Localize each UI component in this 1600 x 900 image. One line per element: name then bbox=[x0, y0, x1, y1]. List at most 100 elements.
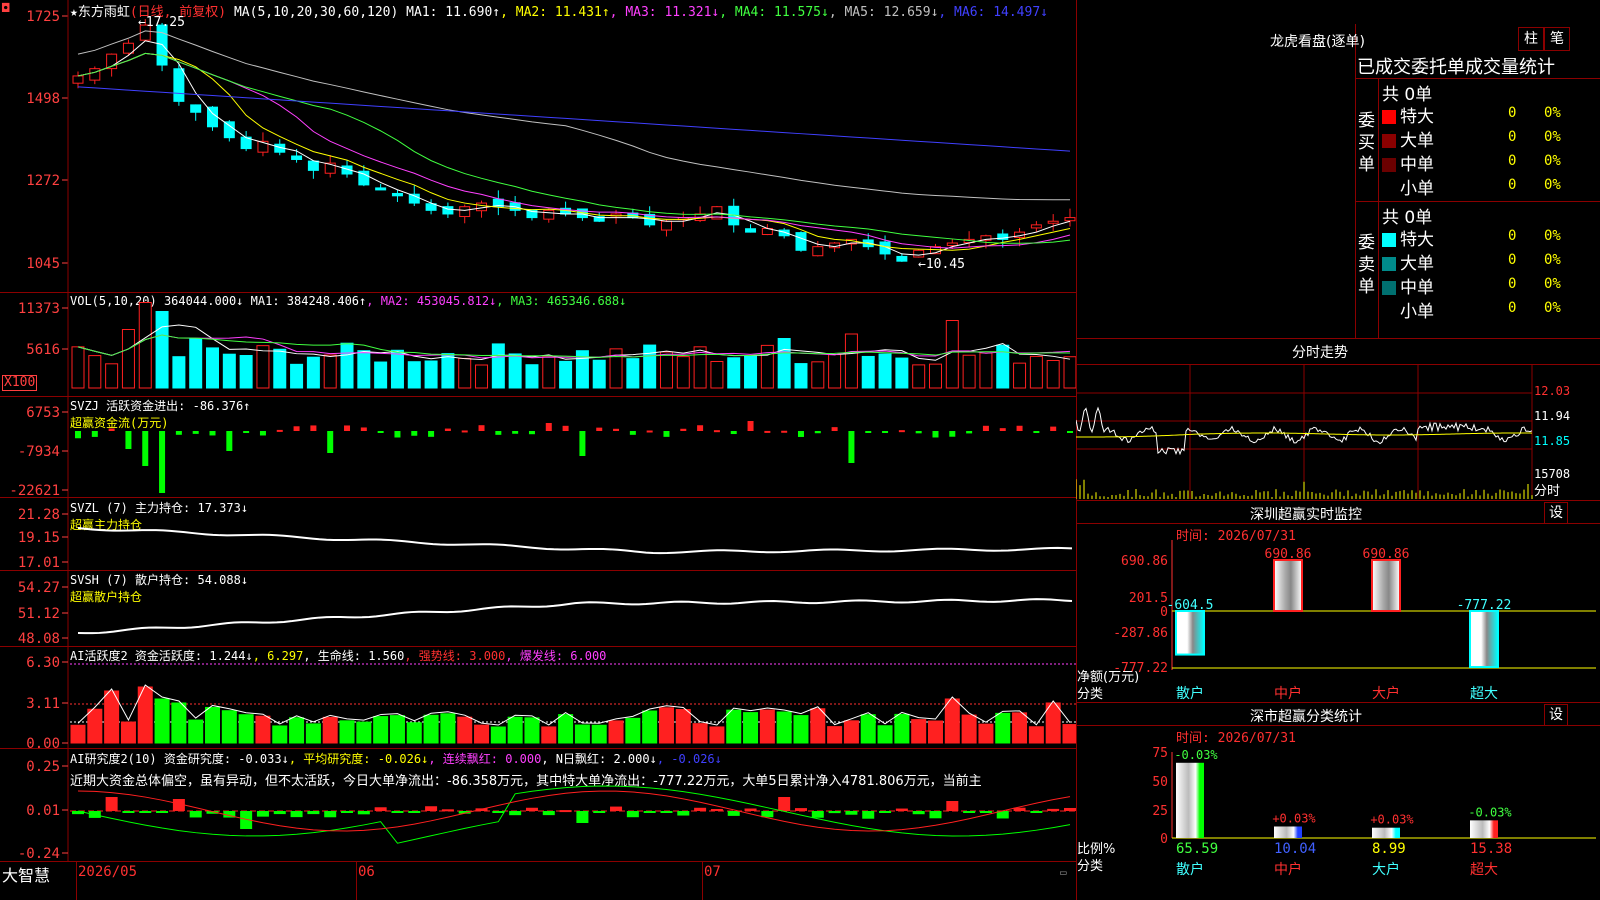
research-bar bbox=[677, 811, 690, 816]
volume-bar bbox=[794, 363, 808, 389]
flow-bar bbox=[629, 431, 636, 435]
y-tick: -22621 bbox=[9, 483, 60, 497]
color-swatch bbox=[1382, 110, 1396, 124]
bar-mode-button[interactable]: 柱 bbox=[1518, 27, 1544, 51]
dragon-subtitle: 已成交委托单成交量统计 bbox=[1357, 57, 1555, 78]
research-chart[interactable]: 0.25 0.01 -0.24 bbox=[0, 749, 1076, 861]
monitor-xlabel: 分类 bbox=[1077, 687, 1104, 702]
activity-bar bbox=[827, 726, 843, 744]
divider bbox=[1076, 702, 1600, 703]
category-label: 大户 bbox=[1372, 685, 1400, 700]
main-holding-chart[interactable]: 21.28 19.15 17.01 bbox=[0, 498, 1076, 570]
stock-terminal: ◘ ★东方雨虹(日线, 前复权) MA(5,10,20,30,60,120) M… bbox=[0, 0, 1600, 900]
flow-bar bbox=[646, 430, 653, 433]
flow-bar bbox=[411, 431, 418, 436]
research-bar bbox=[290, 811, 303, 818]
activity-bar bbox=[743, 712, 759, 744]
candle bbox=[795, 232, 807, 251]
volume-bar bbox=[979, 352, 993, 389]
volume-bar bbox=[508, 353, 522, 389]
activity-bar bbox=[406, 722, 422, 744]
flow-bar bbox=[680, 428, 687, 431]
order-pct: 0% bbox=[1544, 129, 1561, 145]
volume-bar bbox=[878, 353, 892, 389]
order-count: 0 bbox=[1508, 177, 1517, 193]
order-row: 大单 bbox=[1382, 126, 1434, 151]
activity-bar bbox=[995, 712, 1011, 744]
y-tick: 690.86 bbox=[1121, 554, 1168, 569]
flow-bar bbox=[142, 431, 149, 466]
order-row: 大单 bbox=[1382, 249, 1434, 274]
volume-bar bbox=[88, 355, 102, 389]
dragon-divider bbox=[1355, 24, 1356, 338]
ma-line bbox=[77, 52, 1071, 249]
flow-bar bbox=[579, 431, 586, 456]
candlestick-chart[interactable]: 1725 1498 1272 1045 ←17.25 ←10.45 bbox=[0, 0, 1076, 292]
category-label: 散户 bbox=[1176, 685, 1204, 700]
flow-bar bbox=[175, 431, 182, 435]
volume-bar bbox=[71, 346, 85, 389]
volume-bar bbox=[744, 355, 758, 389]
divider bbox=[1076, 725, 1600, 726]
classify-chart[interactable]: 75 50 25 0 -0.03% 65.59 散户 +0.03% 10.04 中户 +0.03% 8… bbox=[1076, 742, 1600, 900]
research-bar bbox=[559, 810, 572, 813]
date-label: 2026/05 bbox=[78, 864, 138, 880]
flow-bar bbox=[495, 431, 502, 435]
activity-bar bbox=[558, 714, 574, 744]
intraday-chart[interactable]: 12.03 11.94 11.85 15708 分时 bbox=[1076, 365, 1600, 499]
candle bbox=[896, 255, 908, 262]
flow-bar bbox=[697, 425, 704, 431]
vol-unit-button[interactable]: X100 bbox=[2, 375, 38, 391]
volume-bar bbox=[760, 344, 774, 389]
y-tick: 21.28 bbox=[18, 507, 60, 523]
flow-bar bbox=[1033, 431, 1040, 433]
classify-settings-button[interactable]: 设 bbox=[1544, 704, 1568, 726]
value-label: 10.04 bbox=[1274, 841, 1316, 857]
y-tick: 0.25 bbox=[26, 759, 60, 775]
volume-bar bbox=[676, 356, 690, 389]
flow-bar bbox=[949, 431, 956, 437]
flow-bar bbox=[1067, 431, 1073, 433]
classify-xlabel: 分类 bbox=[1077, 859, 1104, 874]
order-pct: 0% bbox=[1544, 276, 1561, 292]
value-label: 65.59 bbox=[1176, 841, 1218, 857]
volume-bar bbox=[895, 357, 909, 389]
monitor-chart[interactable]: 690.86201.50-287.86-777.22-604.5散户690.86… bbox=[1076, 540, 1600, 700]
activity-bar bbox=[120, 721, 136, 744]
activity-bar bbox=[87, 708, 103, 744]
candle bbox=[1064, 217, 1076, 222]
y-tick: 17.01 bbox=[18, 555, 60, 570]
volume-bar bbox=[828, 354, 842, 389]
activity-bar bbox=[70, 724, 86, 744]
y-tick: 0 bbox=[1160, 832, 1168, 847]
retail-holding-chart[interactable]: 54.27 51.12 48.08 bbox=[0, 571, 1076, 646]
research-bar bbox=[1030, 811, 1043, 813]
research-bar bbox=[105, 797, 118, 811]
change-label: -0.03% bbox=[1468, 805, 1512, 819]
candle bbox=[307, 160, 319, 171]
activity-chart[interactable]: 6.30 3.11 0.00 bbox=[0, 647, 1076, 748]
order-type: 大单 bbox=[1400, 131, 1434, 151]
category-label: 大户 bbox=[1372, 861, 1400, 878]
volume-bar bbox=[390, 349, 404, 389]
stroke-mode-button[interactable]: 笔 bbox=[1544, 27, 1570, 51]
volume-chart[interactable]: 11373 5616 bbox=[0, 293, 1076, 396]
flow-bar bbox=[344, 425, 351, 431]
y-tick: -287.86 bbox=[1113, 626, 1168, 641]
order-type: 大单 bbox=[1400, 254, 1434, 274]
order-count: 0 bbox=[1508, 105, 1517, 121]
research-bar bbox=[408, 811, 421, 813]
monitor-settings-button[interactable]: 设 bbox=[1544, 502, 1568, 524]
order-pct: 0% bbox=[1544, 228, 1561, 244]
category-label: 中户 bbox=[1274, 685, 1302, 700]
flow-bar bbox=[831, 427, 838, 431]
order-pct: 0% bbox=[1544, 105, 1561, 121]
y-tick: 50 bbox=[1152, 775, 1168, 790]
candle bbox=[391, 192, 403, 197]
research-bar bbox=[710, 808, 723, 811]
flow-bar bbox=[512, 431, 519, 434]
activity-bar bbox=[642, 710, 658, 744]
volume-bar bbox=[441, 353, 455, 389]
fund-flow-chart[interactable]: 6753 -7934 -22621 bbox=[0, 397, 1076, 497]
activity-bar bbox=[894, 713, 910, 744]
